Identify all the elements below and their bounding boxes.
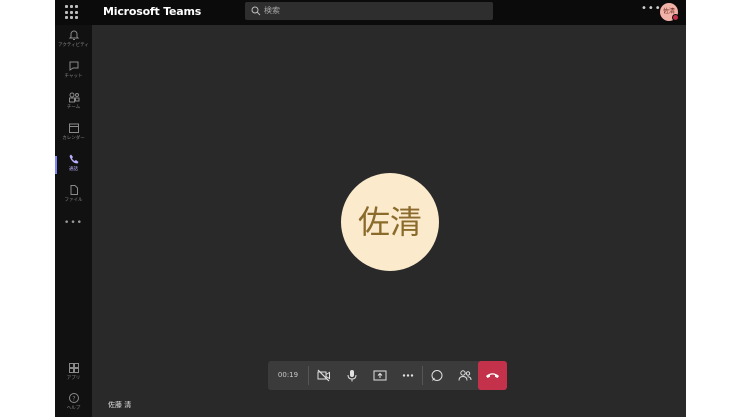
chat-icon (69, 61, 78, 71)
mic-icon (347, 370, 357, 382)
search-icon (251, 6, 261, 16)
show-participants-button[interactable] (451, 361, 479, 390)
rail-item-activity[interactable]: アクティビティ (55, 29, 92, 59)
rail-label: 通話 (69, 167, 78, 172)
rail-label: カレンダー (62, 136, 85, 141)
hang-up-icon (486, 373, 499, 378)
apps-icon (68, 363, 79, 373)
presence-status-icon (672, 14, 679, 21)
camera-toggle-button[interactable] (310, 361, 338, 390)
rail-item-teams[interactable]: チーム (55, 91, 92, 121)
app-title: Microsoft Teams (103, 5, 202, 18)
svg-text:?: ? (72, 395, 75, 402)
call-timer: 00:19 (277, 371, 299, 379)
file-icon (70, 185, 78, 195)
rail-item-calendar[interactable]: カレンダー (55, 122, 92, 152)
call-stage: 佐清 00:19 佐藤 清 (92, 25, 686, 417)
more-apps-icon[interactable]: ••• (55, 218, 92, 228)
rail-label: アクティビティ (58, 43, 89, 48)
rail-label: チャット (64, 74, 83, 79)
search-placeholder: 検索 (264, 6, 280, 15)
more-options-icon[interactable]: ••• (641, 3, 662, 14)
bell-icon (68, 30, 79, 40)
teams-icon (68, 92, 79, 103)
share-screen-icon (373, 370, 387, 381)
rail-label: チーム (66, 105, 81, 110)
teams-window: Microsoft Teams 検索 ••• 佐清 アクティビティ チャット チ… (55, 0, 686, 417)
participant-avatar: 佐清 (341, 173, 439, 271)
phone-icon (69, 154, 78, 164)
chat-bubble-icon (431, 370, 443, 381)
rail-item-chat[interactable]: チャット (55, 60, 92, 90)
rail-label: ファイル (64, 198, 83, 203)
divider (308, 366, 309, 385)
participant-initials: 佐清 (357, 203, 422, 241)
rail-item-files[interactable]: ファイル (55, 184, 92, 214)
rail-item-apps[interactable]: アプリ (55, 362, 92, 392)
participant-name: 佐藤 清 (108, 401, 132, 409)
rail-label: ヘルプ (66, 406, 81, 411)
help-icon: ? (68, 393, 79, 403)
show-conversation-button[interactable] (423, 361, 451, 390)
app-bar: アクティビティ チャット チーム カレンダー 通話 ファイル ••• アプリ ?… (55, 25, 92, 417)
active-indicator (55, 156, 57, 174)
camera-off-icon (317, 369, 330, 382)
rail-item-calls[interactable]: 通話 (55, 153, 92, 183)
app-launcher-icon[interactable] (65, 5, 80, 20)
title-bar: Microsoft Teams 検索 ••• 佐清 (55, 0, 686, 25)
more-icon (402, 374, 414, 377)
more-actions-button[interactable] (394, 361, 422, 390)
calendar-icon (68, 123, 79, 133)
call-controls: 00:19 (268, 361, 506, 390)
rail-label: アプリ (66, 376, 81, 381)
search-input[interactable]: 検索 (245, 2, 493, 20)
hang-up-button[interactable] (478, 361, 507, 390)
rail-item-help[interactable]: ? ヘルプ (55, 392, 92, 417)
share-screen-button[interactable] (366, 361, 394, 390)
mic-toggle-button[interactable] (338, 361, 366, 390)
participants-icon (458, 370, 472, 381)
